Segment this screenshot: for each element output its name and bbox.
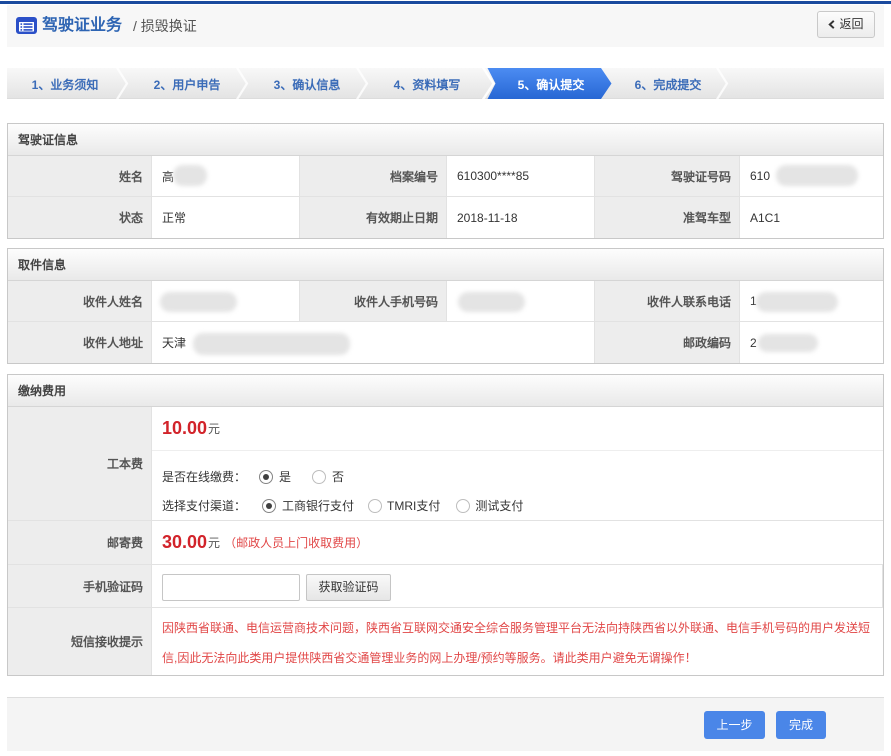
- svg-text:4、资料填写: 4、资料填写: [394, 77, 461, 92]
- svg-text:6、完成提交: 6、完成提交: [635, 77, 702, 92]
- svg-text:3、确认信息: 3、确认信息: [274, 77, 341, 92]
- svg-text:1、业务须知: 1、业务须知: [32, 77, 99, 92]
- svg-text:2、用户申告: 2、用户申告: [154, 77, 221, 92]
- svg-text:5、确认提交: 5、确认提交: [518, 77, 585, 92]
